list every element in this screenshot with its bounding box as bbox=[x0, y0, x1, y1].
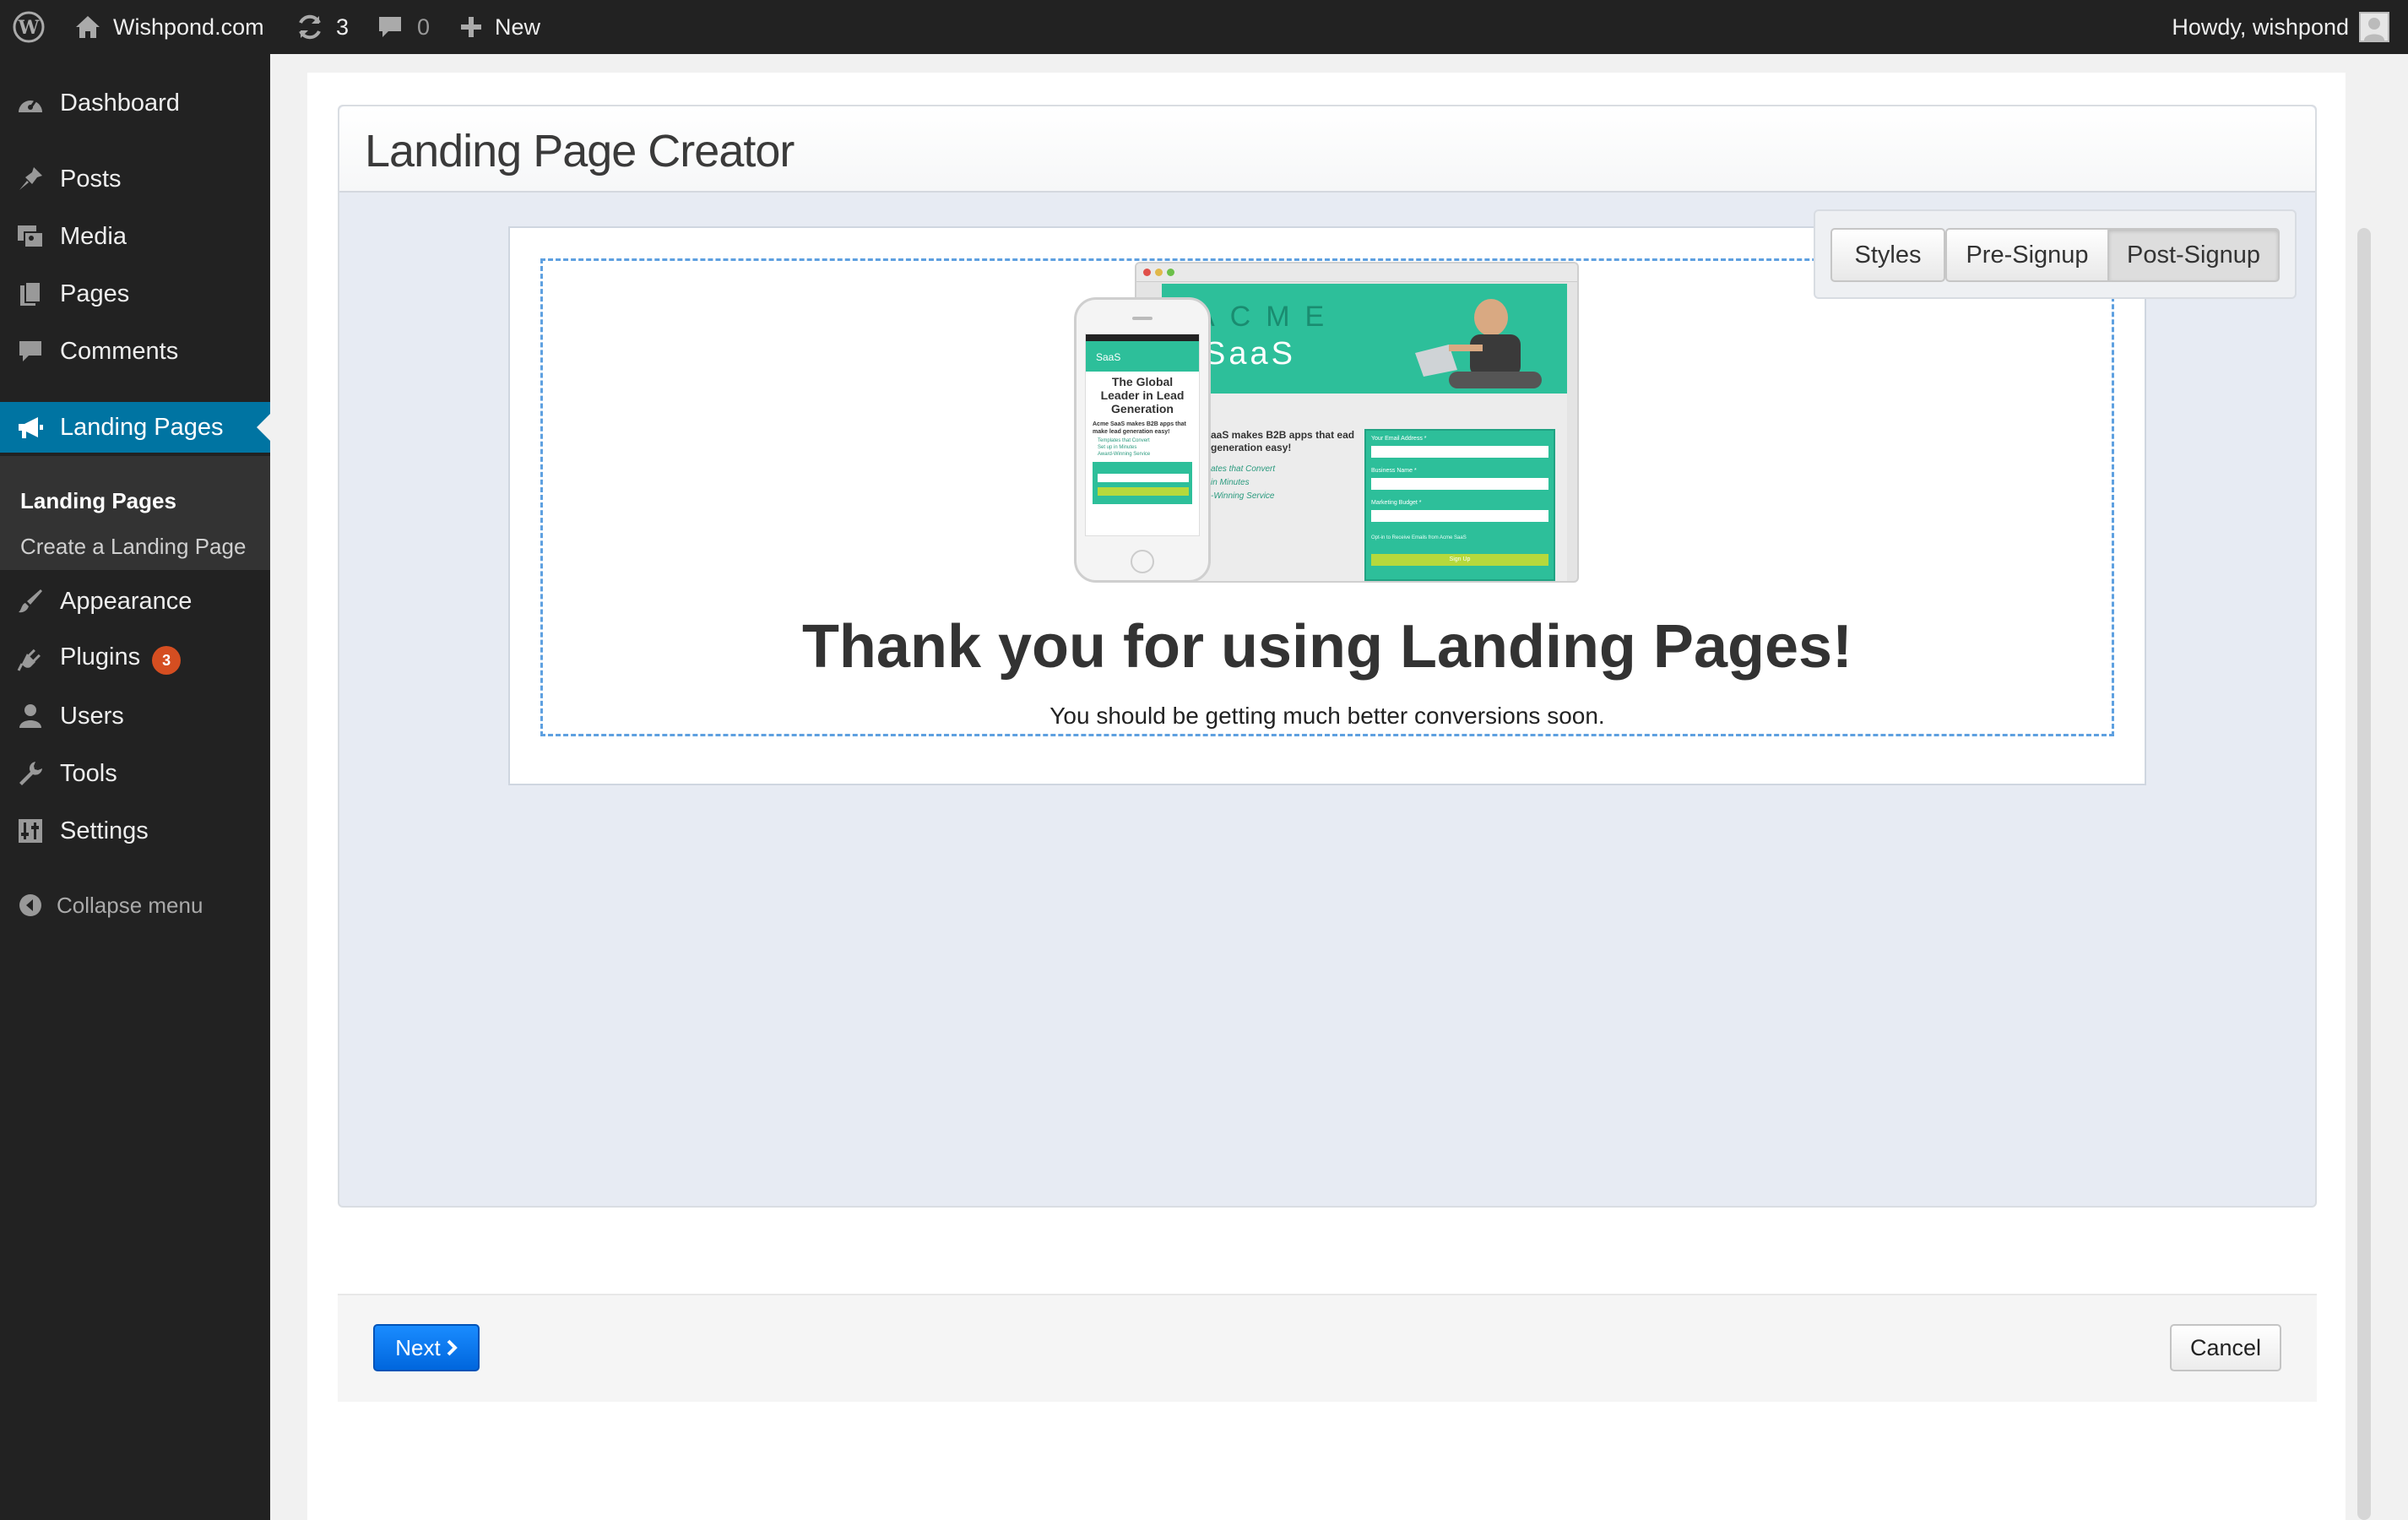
tab-pre-signup[interactable]: Pre-Signup bbox=[1945, 228, 2109, 282]
media-icon bbox=[15, 221, 46, 252]
avatar bbox=[2359, 12, 2389, 42]
menu-item-pages[interactable]: Pages bbox=[0, 269, 270, 319]
panel-header: Landing Page Creator bbox=[339, 106, 2315, 193]
phone-statusbar bbox=[1086, 334, 1199, 341]
mock-bullet: in Minutes bbox=[1211, 478, 1250, 487]
mock-signup-button: Sign Up bbox=[1371, 554, 1548, 566]
phone-bullet: Templates that Convert bbox=[1098, 438, 1150, 443]
wordpress-logo-icon[interactable]: W bbox=[12, 0, 46, 54]
site-name: Wishpond.com bbox=[113, 14, 264, 40]
mock-field-label: Your Email Address * bbox=[1371, 436, 1427, 442]
menu-item-appearance[interactable]: Appearance bbox=[0, 576, 270, 627]
thank-you-heading[interactable]: Thank you for using Landing Pages! bbox=[540, 612, 2114, 681]
menu-item-comments[interactable]: Comments bbox=[0, 326, 270, 377]
chevron-right-icon bbox=[446, 1339, 458, 1356]
mock-bullet: -Winning Service bbox=[1211, 491, 1275, 501]
menu-item-media[interactable]: Media bbox=[0, 211, 270, 262]
tab-styles[interactable]: Styles bbox=[1830, 228, 1945, 282]
pages-icon bbox=[15, 279, 46, 309]
wrench-icon bbox=[15, 758, 46, 789]
comment-bubble-icon bbox=[15, 336, 46, 366]
thank-you-subheading[interactable]: You should be getting much better conver… bbox=[540, 703, 2114, 730]
phone-title: The Global Leader in Lead Generation bbox=[1100, 375, 1185, 415]
plugins-label: Plugins bbox=[60, 643, 141, 670]
mock-baby-photo bbox=[1390, 294, 1550, 394]
updates-icon bbox=[296, 13, 324, 41]
submenu-item-create-landing-page[interactable]: Create a Landing Page bbox=[20, 534, 246, 560]
phone-brand: SaaS bbox=[1096, 351, 1121, 363]
my-account-link[interactable]: Howdy, wishpond bbox=[2172, 0, 2389, 54]
scrollbar-thumb[interactable] bbox=[2357, 228, 2371, 1520]
pushpin-icon bbox=[15, 164, 46, 194]
phone-body: Acme SaaS makes B2B apps that make lead … bbox=[1093, 421, 1186, 435]
submenu-item-landing-pages[interactable]: Landing Pages bbox=[20, 488, 176, 514]
menu-item-landing-pages[interactable]: Landing Pages bbox=[0, 402, 270, 453]
cancel-button[interactable]: Cancel bbox=[2170, 1324, 2281, 1371]
style-tab-group: Styles Pre-Signup Post-Signup bbox=[1814, 209, 2297, 299]
plugins-update-badge: 3 bbox=[152, 646, 182, 676]
mock-signup-form: Your Email Address * Business Name * Mar… bbox=[1364, 429, 1555, 581]
window-close-dot bbox=[1143, 269, 1151, 276]
mock-hero: ACME SaaS bbox=[1162, 284, 1567, 394]
plug-icon bbox=[15, 643, 46, 674]
next-label: Next bbox=[395, 1334, 441, 1360]
menu-item-settings[interactable]: Settings bbox=[0, 806, 270, 856]
phone-bullet: Set up in Minutes bbox=[1098, 445, 1137, 450]
wizard-footer bbox=[338, 1294, 2317, 1402]
phone-speaker bbox=[1132, 317, 1152, 320]
dashboard-icon bbox=[15, 88, 46, 118]
svg-text:W: W bbox=[18, 17, 40, 39]
mock-brand-bottom: SaaS bbox=[1204, 336, 1296, 372]
updates-link[interactable]: 3 bbox=[296, 0, 349, 54]
howdy-text: Howdy, wishpond bbox=[2172, 14, 2349, 40]
phone-form bbox=[1093, 462, 1192, 504]
mock-bullet: ates that Convert bbox=[1211, 464, 1276, 474]
new-content-link[interactable]: New bbox=[459, 0, 540, 54]
browser-titlebar bbox=[1136, 263, 1577, 282]
mock-select bbox=[1371, 510, 1548, 522]
mock-field bbox=[1371, 478, 1548, 490]
landing-pages-submenu: Landing Pages Create a Landing Page bbox=[0, 456, 270, 570]
home-icon bbox=[74, 14, 101, 40]
phone-screen: SaaS The Global Leader in Lead Generatio… bbox=[1085, 334, 1200, 536]
paintbrush-icon bbox=[15, 586, 46, 616]
user-icon bbox=[15, 701, 46, 731]
updates-count: 3 bbox=[336, 14, 350, 40]
mock-field-label: Marketing Budget * bbox=[1371, 500, 1422, 506]
menu-item-tools[interactable]: Tools bbox=[0, 748, 270, 799]
comments-link[interactable]: 0 bbox=[377, 0, 430, 54]
plus-icon bbox=[459, 15, 483, 39]
mock-brand-top: ACME bbox=[1196, 301, 1340, 333]
menu-item-dashboard[interactable]: Dashboard bbox=[0, 78, 270, 128]
admin-sidebar: Dashboard Posts Media Pages Comments Lan… bbox=[0, 54, 270, 1520]
comments-count: 0 bbox=[417, 14, 431, 40]
phone-field bbox=[1098, 474, 1189, 482]
menu-item-users[interactable]: Users bbox=[0, 691, 270, 741]
phone-home-button bbox=[1131, 550, 1154, 573]
phone-bullet: Award-Winning Service bbox=[1098, 452, 1151, 457]
menu-item-posts[interactable]: Posts bbox=[0, 154, 270, 204]
site-name-link[interactable]: Wishpond.com bbox=[74, 0, 264, 54]
collapse-menu-button[interactable]: Collapse menu bbox=[0, 880, 270, 931]
settings-sliders-icon bbox=[15, 816, 46, 846]
menu-item-plugins[interactable]: Plugins 3 bbox=[0, 633, 270, 684]
product-screenshot-phone: SaaS The Global Leader in Lead Generatio… bbox=[1074, 297, 1211, 583]
tab-post-signup[interactable]: Post-Signup bbox=[2107, 228, 2280, 282]
phone-signup-button bbox=[1098, 487, 1189, 496]
comment-bubble-icon bbox=[377, 14, 404, 40]
next-button[interactable]: Next bbox=[373, 1324, 480, 1371]
collapse-arrow-icon bbox=[15, 890, 46, 920]
megaphone-icon bbox=[15, 412, 46, 442]
new-label: New bbox=[495, 14, 541, 40]
mock-field bbox=[1371, 446, 1548, 458]
window-zoom-dot bbox=[1167, 269, 1174, 276]
admin-bar: W Wishpond.com 3 0 New Howdy, wishpond bbox=[0, 0, 2408, 54]
mock-optin: Opt-in to Receive Emails from Acme SaaS bbox=[1371, 535, 1467, 540]
mock-tagline: aaS makes B2B apps that ead generation e… bbox=[1211, 429, 1355, 453]
window-minimize-dot bbox=[1155, 269, 1163, 276]
page-title: Landing Page Creator bbox=[365, 126, 795, 176]
phone-hero: SaaS bbox=[1086, 341, 1199, 372]
mock-field-label: Business Name * bbox=[1371, 468, 1417, 474]
